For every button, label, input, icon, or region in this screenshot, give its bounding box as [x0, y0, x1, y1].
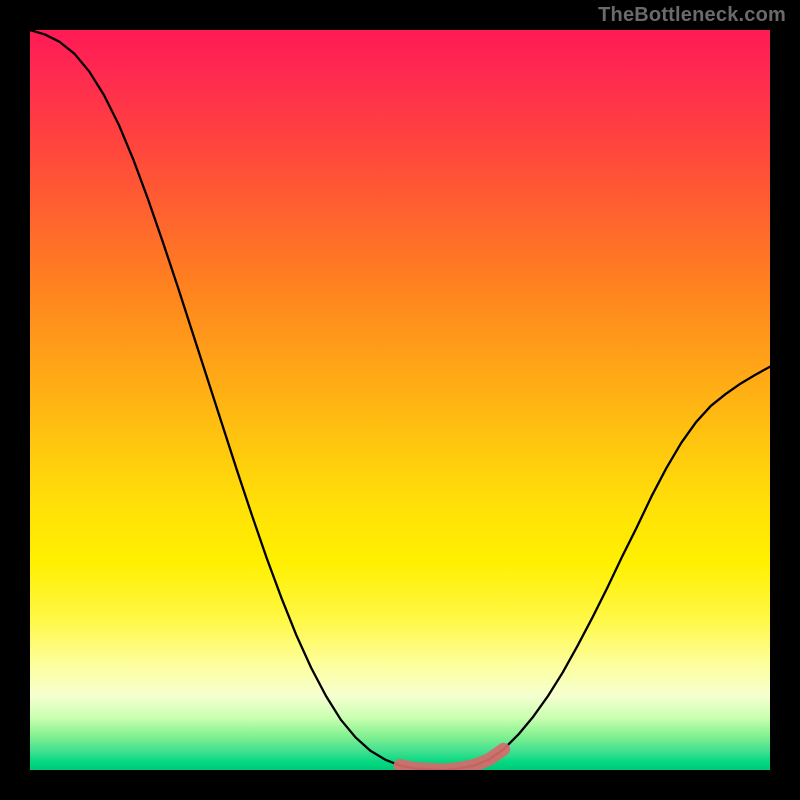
chart-stage: TheBottleneck.com [0, 0, 800, 800]
bottleneck-curve [30, 30, 770, 770]
bottleneck-chart-svg [30, 30, 770, 770]
optimal-range-highlight [400, 749, 504, 770]
watermark-text: TheBottleneck.com [598, 4, 786, 27]
plot-area [30, 30, 770, 770]
